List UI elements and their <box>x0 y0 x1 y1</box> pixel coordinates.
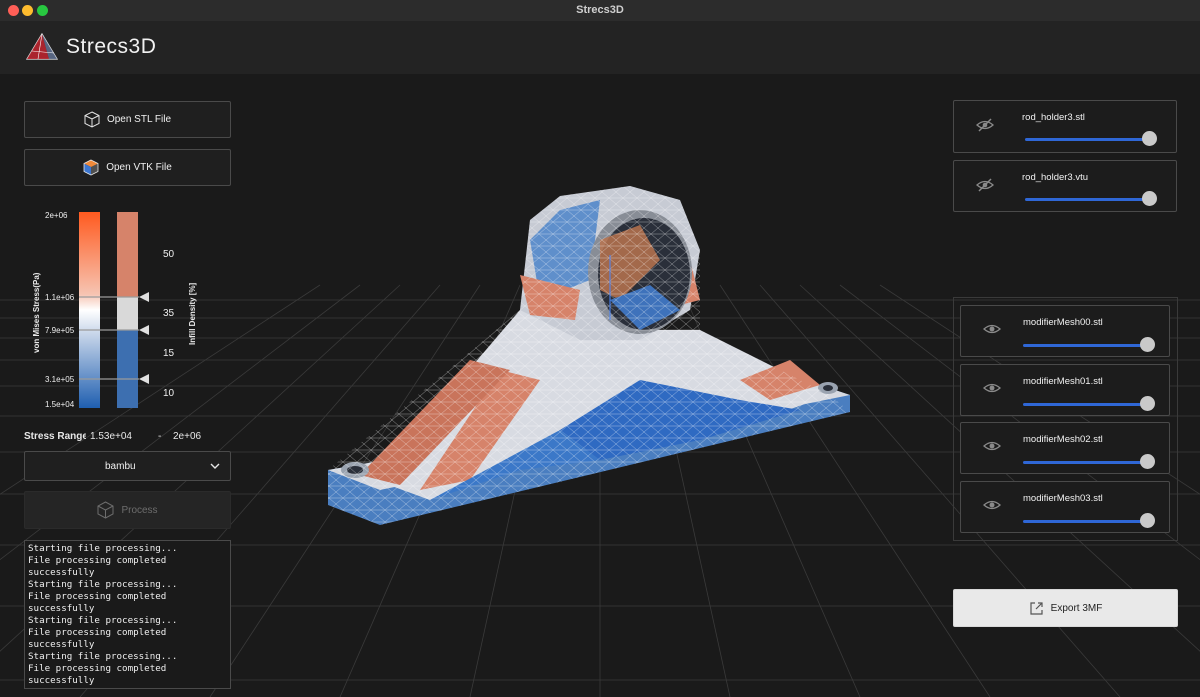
opacity-slider-handle[interactable] <box>1140 396 1155 411</box>
log-line: File processing completed <box>28 627 167 638</box>
export-3mf-button[interactable]: Export 3MF <box>953 589 1178 627</box>
eye-icon[interactable] <box>983 440 1001 452</box>
processing-log[interactable]: Starting file processing... File process… <box>24 540 231 689</box>
infill-tick: 15 <box>163 348 175 359</box>
open-stl-file-button[interactable]: Open STL File <box>24 101 231 138</box>
threshold-handle <box>139 374 149 384</box>
process-button[interactable]: Process <box>24 491 231 529</box>
window-title: Strecs3D <box>576 4 624 16</box>
open-stl-file-label: Open STL File <box>106 114 172 125</box>
stress-tick: 7.9e+05 <box>45 326 75 335</box>
stress-colorbar[interactable] <box>79 212 149 408</box>
colored-cube-icon <box>83 159 99 176</box>
threshold-handle <box>139 292 149 302</box>
stress-range-min[interactable]: 1.53e+04 <box>90 431 132 442</box>
opacity-slider[interactable] <box>1025 198 1155 201</box>
process-label: Process <box>121 504 158 516</box>
opacity-slider[interactable] <box>1023 403 1153 406</box>
eye-icon[interactable] <box>983 323 1001 335</box>
stress-range-max[interactable]: 2e+06 <box>173 431 201 442</box>
opacity-slider-handle[interactable] <box>1140 454 1155 469</box>
infill-tick: 10 <box>163 388 175 399</box>
file-name: rod_holder3.vtu <box>1022 172 1089 183</box>
modifier-card: modifierMesh01.stl <box>960 364 1170 416</box>
stress-range-label: Stress Range <box>24 431 86 442</box>
eye-icon[interactable] <box>983 499 1001 511</box>
open-vtk-file-button[interactable]: Open VTK File <box>24 149 231 186</box>
infill-tick: 50 <box>163 249 175 260</box>
cube-icon <box>97 501 114 519</box>
log-line: Starting file processing... <box>28 579 178 590</box>
stress-range-separator: - <box>158 431 162 442</box>
export-icon <box>1030 601 1043 615</box>
file-card-rod-holder-vtu: rod_holder3.vtu <box>953 160 1177 212</box>
stress-tick: 1.1e+06 <box>45 293 75 302</box>
infill-axis-label: Infill Density [%] <box>188 282 197 345</box>
stress-tick: 3.1e+05 <box>45 375 75 384</box>
log-line: successfully <box>28 639 95 650</box>
chevron-down-icon <box>210 463 220 469</box>
modifier-card: modifierMesh02.stl <box>960 422 1170 474</box>
title-bar: Strecs3D <box>0 0 1200 22</box>
opacity-slider-handle[interactable] <box>1142 191 1157 206</box>
log-line: successfully <box>28 567 95 578</box>
log-line: Starting file processing... <box>28 651 178 662</box>
strecs3d-logo-icon <box>26 33 58 60</box>
log-line: Starting file processing... <box>28 615 178 626</box>
opacity-slider[interactable] <box>1023 344 1153 347</box>
infill-tick: 35 <box>163 308 175 319</box>
printer-preset-value: bambu <box>105 461 136 472</box>
log-line: successfully <box>28 603 95 614</box>
opacity-slider-handle[interactable] <box>1142 131 1157 146</box>
export-3mf-label: Export 3MF <box>1050 602 1103 614</box>
log-line: Starting file processing... <box>28 543 178 554</box>
opacity-slider[interactable] <box>1023 520 1153 523</box>
eye-off-icon[interactable] <box>976 118 994 132</box>
app-header: Strecs3D <box>0 21 1200 74</box>
modifier-name: modifierMesh01.stl <box>1023 376 1103 387</box>
modifier-name: modifierMesh03.stl <box>1023 493 1103 504</box>
open-vtk-file-label: Open VTK File <box>106 162 172 173</box>
modifier-card: modifierMesh03.stl <box>960 481 1170 533</box>
modifier-card: modifierMesh00.stl <box>960 305 1170 357</box>
log-line: File processing completed <box>28 591 167 602</box>
file-card-rod-holder-stl: rod_holder3.stl <box>953 100 1177 153</box>
app-brand-title: Strecs3D <box>66 35 157 58</box>
log-line: File processing completed <box>28 555 167 566</box>
log-line: File processing completed <box>28 663 167 674</box>
eye-off-icon[interactable] <box>976 178 994 192</box>
rod-holder-model[interactable] <box>320 184 860 614</box>
opacity-slider-handle[interactable] <box>1140 513 1155 528</box>
log-line: successfully <box>28 675 95 686</box>
cube-icon <box>84 111 100 128</box>
file-name: rod_holder3.stl <box>1022 112 1085 123</box>
modifier-name: modifierMesh02.stl <box>1023 434 1103 445</box>
eye-icon[interactable] <box>983 382 1001 394</box>
stress-axis-label: von Mises Stress(Pa) <box>32 272 41 353</box>
opacity-slider-handle[interactable] <box>1140 337 1155 352</box>
stress-tick: 1.5e+04 <box>45 400 75 409</box>
modifier-name: modifierMesh00.stl <box>1023 317 1103 328</box>
threshold-handle <box>139 325 149 335</box>
opacity-slider[interactable] <box>1025 138 1155 141</box>
printer-preset-select[interactable]: bambu <box>24 451 231 481</box>
opacity-slider[interactable] <box>1023 461 1153 464</box>
stress-tick: 2e+06 <box>45 211 68 220</box>
